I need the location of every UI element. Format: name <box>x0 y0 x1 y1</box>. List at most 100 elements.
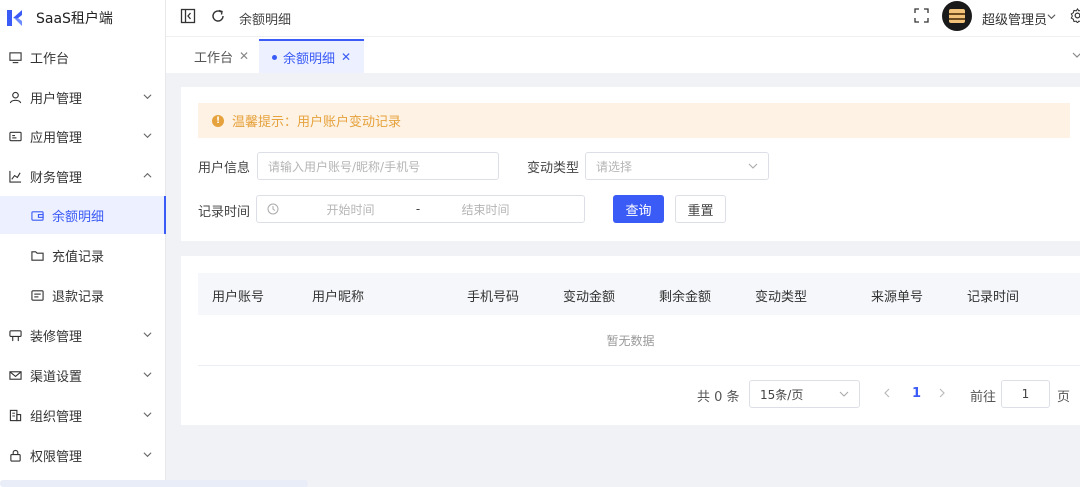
chevron-down-icon[interactable] <box>1072 51 1080 59</box>
gear-icon[interactable] <box>1070 8 1080 23</box>
user-icon <box>8 90 22 104</box>
decor-icon <box>8 328 22 342</box>
chevron-left-icon[interactable] <box>883 388 891 398</box>
sidebar-item-label: 渠道设置 <box>30 369 83 385</box>
page-unit-label: 页 <box>1057 390 1071 405</box>
table-divider <box>198 365 1080 366</box>
sidebar-item-label: 余额明细 <box>52 209 105 225</box>
user-info-label: 用户信息 <box>198 161 251 176</box>
logo-icon <box>7 10 22 26</box>
close-icon[interactable]: ✕ <box>341 50 351 64</box>
tab-label: 余额明细 <box>283 51 336 67</box>
tab-workbench[interactable]: 工作台 ✕ <box>182 39 261 73</box>
chevron-up-icon <box>143 172 152 178</box>
alert-text: 温馨提示：用户账户变动记录 <box>232 115 402 130</box>
sidebar-item-label: 装修管理 <box>30 329 83 345</box>
sidebar-item-label: 工作台 <box>30 51 70 67</box>
sidebar-item-recharge-records[interactable]: 充值记录 <box>0 236 166 274</box>
sidebar: SaaS租户端 工作台 用户管理 应用管理 财务管理 余额明细 充值记录 退款记… <box>0 0 308 487</box>
sidebar-item-apps[interactable]: 应用管理 <box>0 117 166 155</box>
tabs-bar: 工作台 ✕ 余额明细 ✕ <box>166 37 1080 73</box>
chevron-right-icon[interactable] <box>938 388 946 398</box>
record-time-label: 记录时间 <box>198 205 251 220</box>
app-card-icon <box>8 129 22 143</box>
sidebar-item-label: 组织管理 <box>30 409 83 425</box>
wallet-icon <box>30 208 44 222</box>
empty-state-text: 暂无数据 <box>606 334 655 348</box>
col-change-amount: 变动金额 <box>563 290 616 305</box>
col-phone: 手机号码 <box>467 290 520 305</box>
col-record-time: 记录时间 <box>967 290 1020 305</box>
warning-alert: ! 温馨提示：用户账户变动记录 <box>198 103 1070 138</box>
sidebar-item-label: 退款记录 <box>52 289 105 305</box>
building-icon <box>8 408 22 422</box>
breadcrumb: 余额明细 <box>239 13 292 28</box>
pagination-total: 共 0 条 <box>697 390 740 405</box>
reset-button[interactable]: 重置 <box>675 195 726 223</box>
start-time-placeholder[interactable]: 开始时间 <box>303 201 398 218</box>
sidebar-item-channels[interactable]: 渠道设置 <box>0 356 166 394</box>
monitor-icon <box>8 50 22 64</box>
table-panel: 用户账号 用户昵称 手机号码 变动金额 剩余金额 变动类型 来源单号 记录时间 … <box>181 256 1080 425</box>
sidebar-item-decoration[interactable]: 装修管理 <box>0 316 166 354</box>
table-header: 用户账号 用户昵称 手机号码 变动金额 剩余金额 变动类型 来源单号 记录时间 <box>198 273 1080 315</box>
page-number-current[interactable]: 1 <box>912 386 921 401</box>
chevron-down-icon <box>143 412 152 418</box>
lock-icon <box>8 448 22 462</box>
change-type-select[interactable]: 请选择 <box>585 152 769 180</box>
col-source-order: 来源单号 <box>871 290 924 305</box>
chevron-down-icon <box>143 94 152 100</box>
active-dot-icon <box>272 54 277 60</box>
tab-balance-detail[interactable]: 余额明细 ✕ <box>259 39 365 73</box>
chevron-down-icon <box>143 332 152 338</box>
user-info-placeholder: 请输入用户账号/昵称/手机号 <box>268 159 421 174</box>
sidebar-item-refund-records[interactable]: 退款记录 <box>0 276 166 314</box>
collapse-sidebar-icon[interactable] <box>180 8 196 24</box>
user-name[interactable]: 超级管理员 <box>982 9 1047 28</box>
col-user-nickname: 用户昵称 <box>312 290 365 305</box>
tab-label: 工作台 <box>194 50 234 66</box>
col-user-account: 用户账号 <box>212 290 265 305</box>
mail-icon <box>8 368 22 382</box>
chevron-down-icon <box>748 163 758 169</box>
sidebar-item-label: 用户管理 <box>30 91 83 107</box>
sidebar-item-finance[interactable]: 财务管理 <box>0 157 166 195</box>
goto-label: 前往 <box>970 390 997 405</box>
col-change-type: 变动类型 <box>755 290 808 305</box>
warning-icon: ! <box>212 114 224 127</box>
close-icon[interactable]: ✕ <box>239 49 249 63</box>
sidebar-item-balance-detail[interactable]: 余额明细 <box>0 196 166 234</box>
sidebar-item-permissions[interactable]: 权限管理 <box>0 436 166 474</box>
goto-page-input[interactable]: 1 <box>1001 380 1050 408</box>
sidebar-item-label: 应用管理 <box>30 130 83 146</box>
folder-icon <box>30 248 44 262</box>
receipt-icon <box>30 288 44 302</box>
sidebar-item-organization[interactable]: 组织管理 <box>0 396 166 434</box>
horizontal-scrollbar[interactable] <box>0 480 308 487</box>
change-type-label: 变动类型 <box>527 161 580 176</box>
end-time-placeholder[interactable]: 结束时间 <box>438 201 533 218</box>
sidebar-item-workbench[interactable]: 工作台 <box>0 38 166 76</box>
sidebar-item-label: 财务管理 <box>30 170 83 186</box>
app-logo[interactable]: SaaS租户端 <box>0 0 165 36</box>
user-info-input[interactable]: 请输入用户账号/昵称/手机号 <box>257 152 499 180</box>
top-header: 余额明细 超级管理员 <box>166 0 1080 37</box>
page-size-select[interactable]: 15条/页 <box>749 380 860 408</box>
clock-icon <box>267 203 279 215</box>
avatar-image <box>949 9 965 23</box>
chevron-down-icon[interactable] <box>1047 12 1056 21</box>
chevron-down-icon <box>143 452 152 458</box>
sidebar-item-label: 充值记录 <box>52 249 105 265</box>
avatar[interactable] <box>942 1 972 31</box>
chart-icon <box>8 169 22 183</box>
query-button[interactable]: 查询 <box>613 195 664 223</box>
sidebar-item-label: 权限管理 <box>30 449 83 465</box>
app-title: SaaS租户端 <box>36 11 113 27</box>
chevron-down-icon <box>143 133 152 139</box>
range-separator: - <box>415 202 421 216</box>
fullscreen-icon[interactable] <box>914 8 929 23</box>
date-range-picker[interactable]: 开始时间 - 结束时间 <box>256 195 585 223</box>
refresh-icon[interactable] <box>210 8 226 24</box>
sidebar-item-users[interactable]: 用户管理 <box>0 78 166 116</box>
chevron-down-icon <box>143 372 152 378</box>
